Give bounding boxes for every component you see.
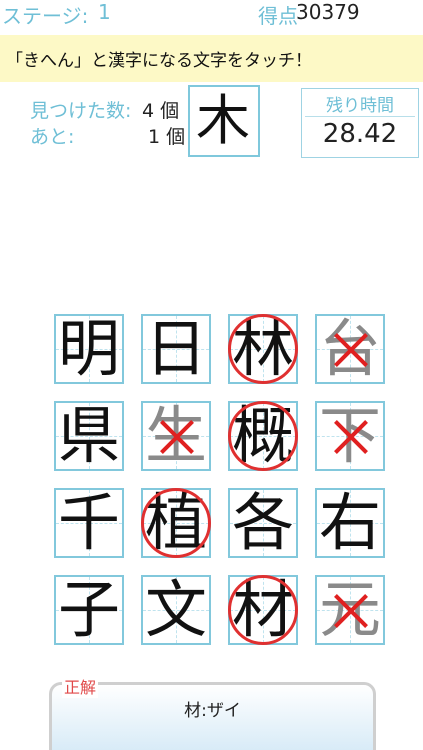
kanji-tile[interactable]: 下 bbox=[315, 401, 385, 471]
kanji-tile[interactable]: 文 bbox=[141, 575, 211, 645]
answer-tag: 正解 bbox=[62, 674, 99, 698]
answer-text: 材:ザイ bbox=[184, 701, 241, 721]
timer-label: 残り時間 bbox=[326, 96, 394, 116]
kanji-tile[interactable]: 日 bbox=[141, 314, 211, 384]
kanji-tile[interactable]: 県 bbox=[54, 401, 124, 471]
correct-circle-icon bbox=[228, 401, 298, 471]
kanji-char: 右 bbox=[318, 486, 381, 559]
correct-circle-icon bbox=[228, 314, 298, 384]
found-count-label: 見つけた数: bbox=[30, 100, 132, 122]
target-radical: 木 bbox=[196, 89, 250, 152]
kanji-tile[interactable]: 台 bbox=[315, 314, 385, 384]
kanji-tile[interactable]: 各 bbox=[228, 488, 298, 558]
kanji-char: 文 bbox=[144, 573, 207, 646]
kanji-tile[interactable]: 千 bbox=[54, 488, 124, 558]
kanji-char: 日 bbox=[144, 312, 207, 385]
kanji-tile[interactable]: 元 bbox=[315, 575, 385, 645]
score-value: 30379 bbox=[296, 0, 360, 24]
instruction-text: 「きへん」と漢字になる文字をタッチ！ bbox=[6, 51, 312, 71]
kanji-char: 千 bbox=[57, 486, 120, 559]
kanji-tile[interactable]: 林 bbox=[228, 314, 298, 384]
target-radical-box: 木 bbox=[188, 85, 260, 157]
kanji-tile[interactable]: 概 bbox=[228, 401, 298, 471]
kanji-tile[interactable]: 右 bbox=[315, 488, 385, 558]
wrong-cross-icon bbox=[333, 419, 369, 455]
wrong-cross-icon bbox=[333, 332, 369, 368]
timer-box: 残り時間 28.42 bbox=[301, 88, 419, 158]
kanji-tile[interactable]: 材 bbox=[228, 575, 298, 645]
stage-label: ステージ: bbox=[2, 4, 89, 28]
correct-circle-icon bbox=[228, 575, 298, 645]
kanji-tile[interactable]: 生 bbox=[141, 401, 211, 471]
instruction-bar: 「きへん」と漢字になる文字をタッチ！ bbox=[0, 35, 423, 82]
found-count-value: 4 個 bbox=[142, 100, 180, 122]
kanji-tile[interactable]: 明 bbox=[54, 314, 124, 384]
kanji-tile[interactable]: 子 bbox=[54, 575, 124, 645]
kanji-char: 各 bbox=[231, 486, 294, 559]
correct-circle-icon bbox=[141, 488, 211, 558]
kanji-tile[interactable]: 植 bbox=[141, 488, 211, 558]
remaining-count-value: 1 個 bbox=[148, 126, 186, 148]
kanji-char: 明 bbox=[57, 312, 120, 385]
timer-divider bbox=[305, 116, 415, 117]
wrong-cross-icon bbox=[333, 593, 369, 629]
kanji-char: 県 bbox=[57, 399, 120, 472]
kanji-grid: 明日林台県生概下千植各右子文材元 bbox=[54, 314, 386, 646]
remaining-count-label: あと: bbox=[30, 126, 75, 148]
timer-value: 28.42 bbox=[322, 119, 398, 149]
wrong-cross-icon bbox=[159, 419, 195, 455]
stage-value: 1 bbox=[98, 0, 111, 24]
kanji-char: 子 bbox=[57, 573, 120, 646]
score-label: 得点 bbox=[258, 4, 298, 28]
